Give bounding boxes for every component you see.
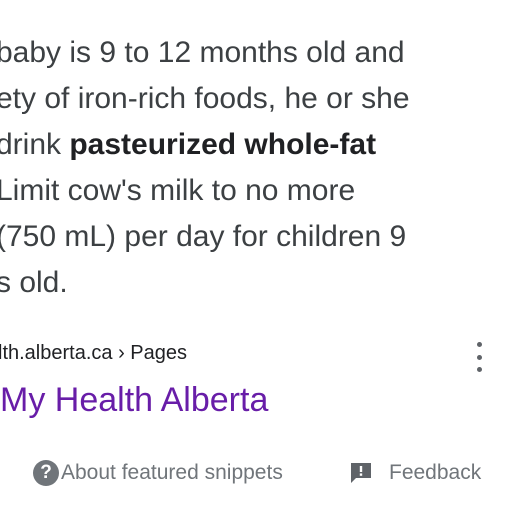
about-featured-snippets-label: About featured snippets <box>61 461 283 484</box>
snippet-line-3: drink pasteurized whole-fat <box>0 122 520 168</box>
snippet-line-4: Limit cow's milk to no more <box>0 174 356 207</box>
result-source-url[interactable]: lth.alberta.ca › Pages <box>0 340 187 366</box>
result-title-link[interactable]: My Health Alberta <box>0 379 268 421</box>
help-circle-icon: ? <box>33 460 59 486</box>
more-dot <box>476 354 482 360</box>
snippet-line-1: baby is 9 to 12 months old and <box>0 36 405 69</box>
feedback-button[interactable]: Feedback <box>349 458 481 488</box>
more-vert-icon[interactable] <box>469 342 489 372</box>
about-featured-snippets-button[interactable]: ? About featured snippets <box>33 458 283 488</box>
snippet-line-3-text: drink <box>0 128 70 161</box>
snippet-line-6: s old. <box>0 266 68 299</box>
featured-snippet-text: baby is 9 to 12 months old and ety of ir… <box>0 30 520 306</box>
feedback-icon <box>351 463 371 483</box>
more-dot <box>476 367 482 372</box>
feedback-label: Feedback <box>389 461 482 484</box>
snippet-highlight: pasteurized whole-fat <box>69 128 377 161</box>
more-dot <box>476 342 482 347</box>
snippet-line-5: (750 mL) per day for children 9 <box>0 220 407 253</box>
divider <box>0 434 520 435</box>
snippet-line-2: ety of iron-rich foods, he or she <box>0 82 410 115</box>
